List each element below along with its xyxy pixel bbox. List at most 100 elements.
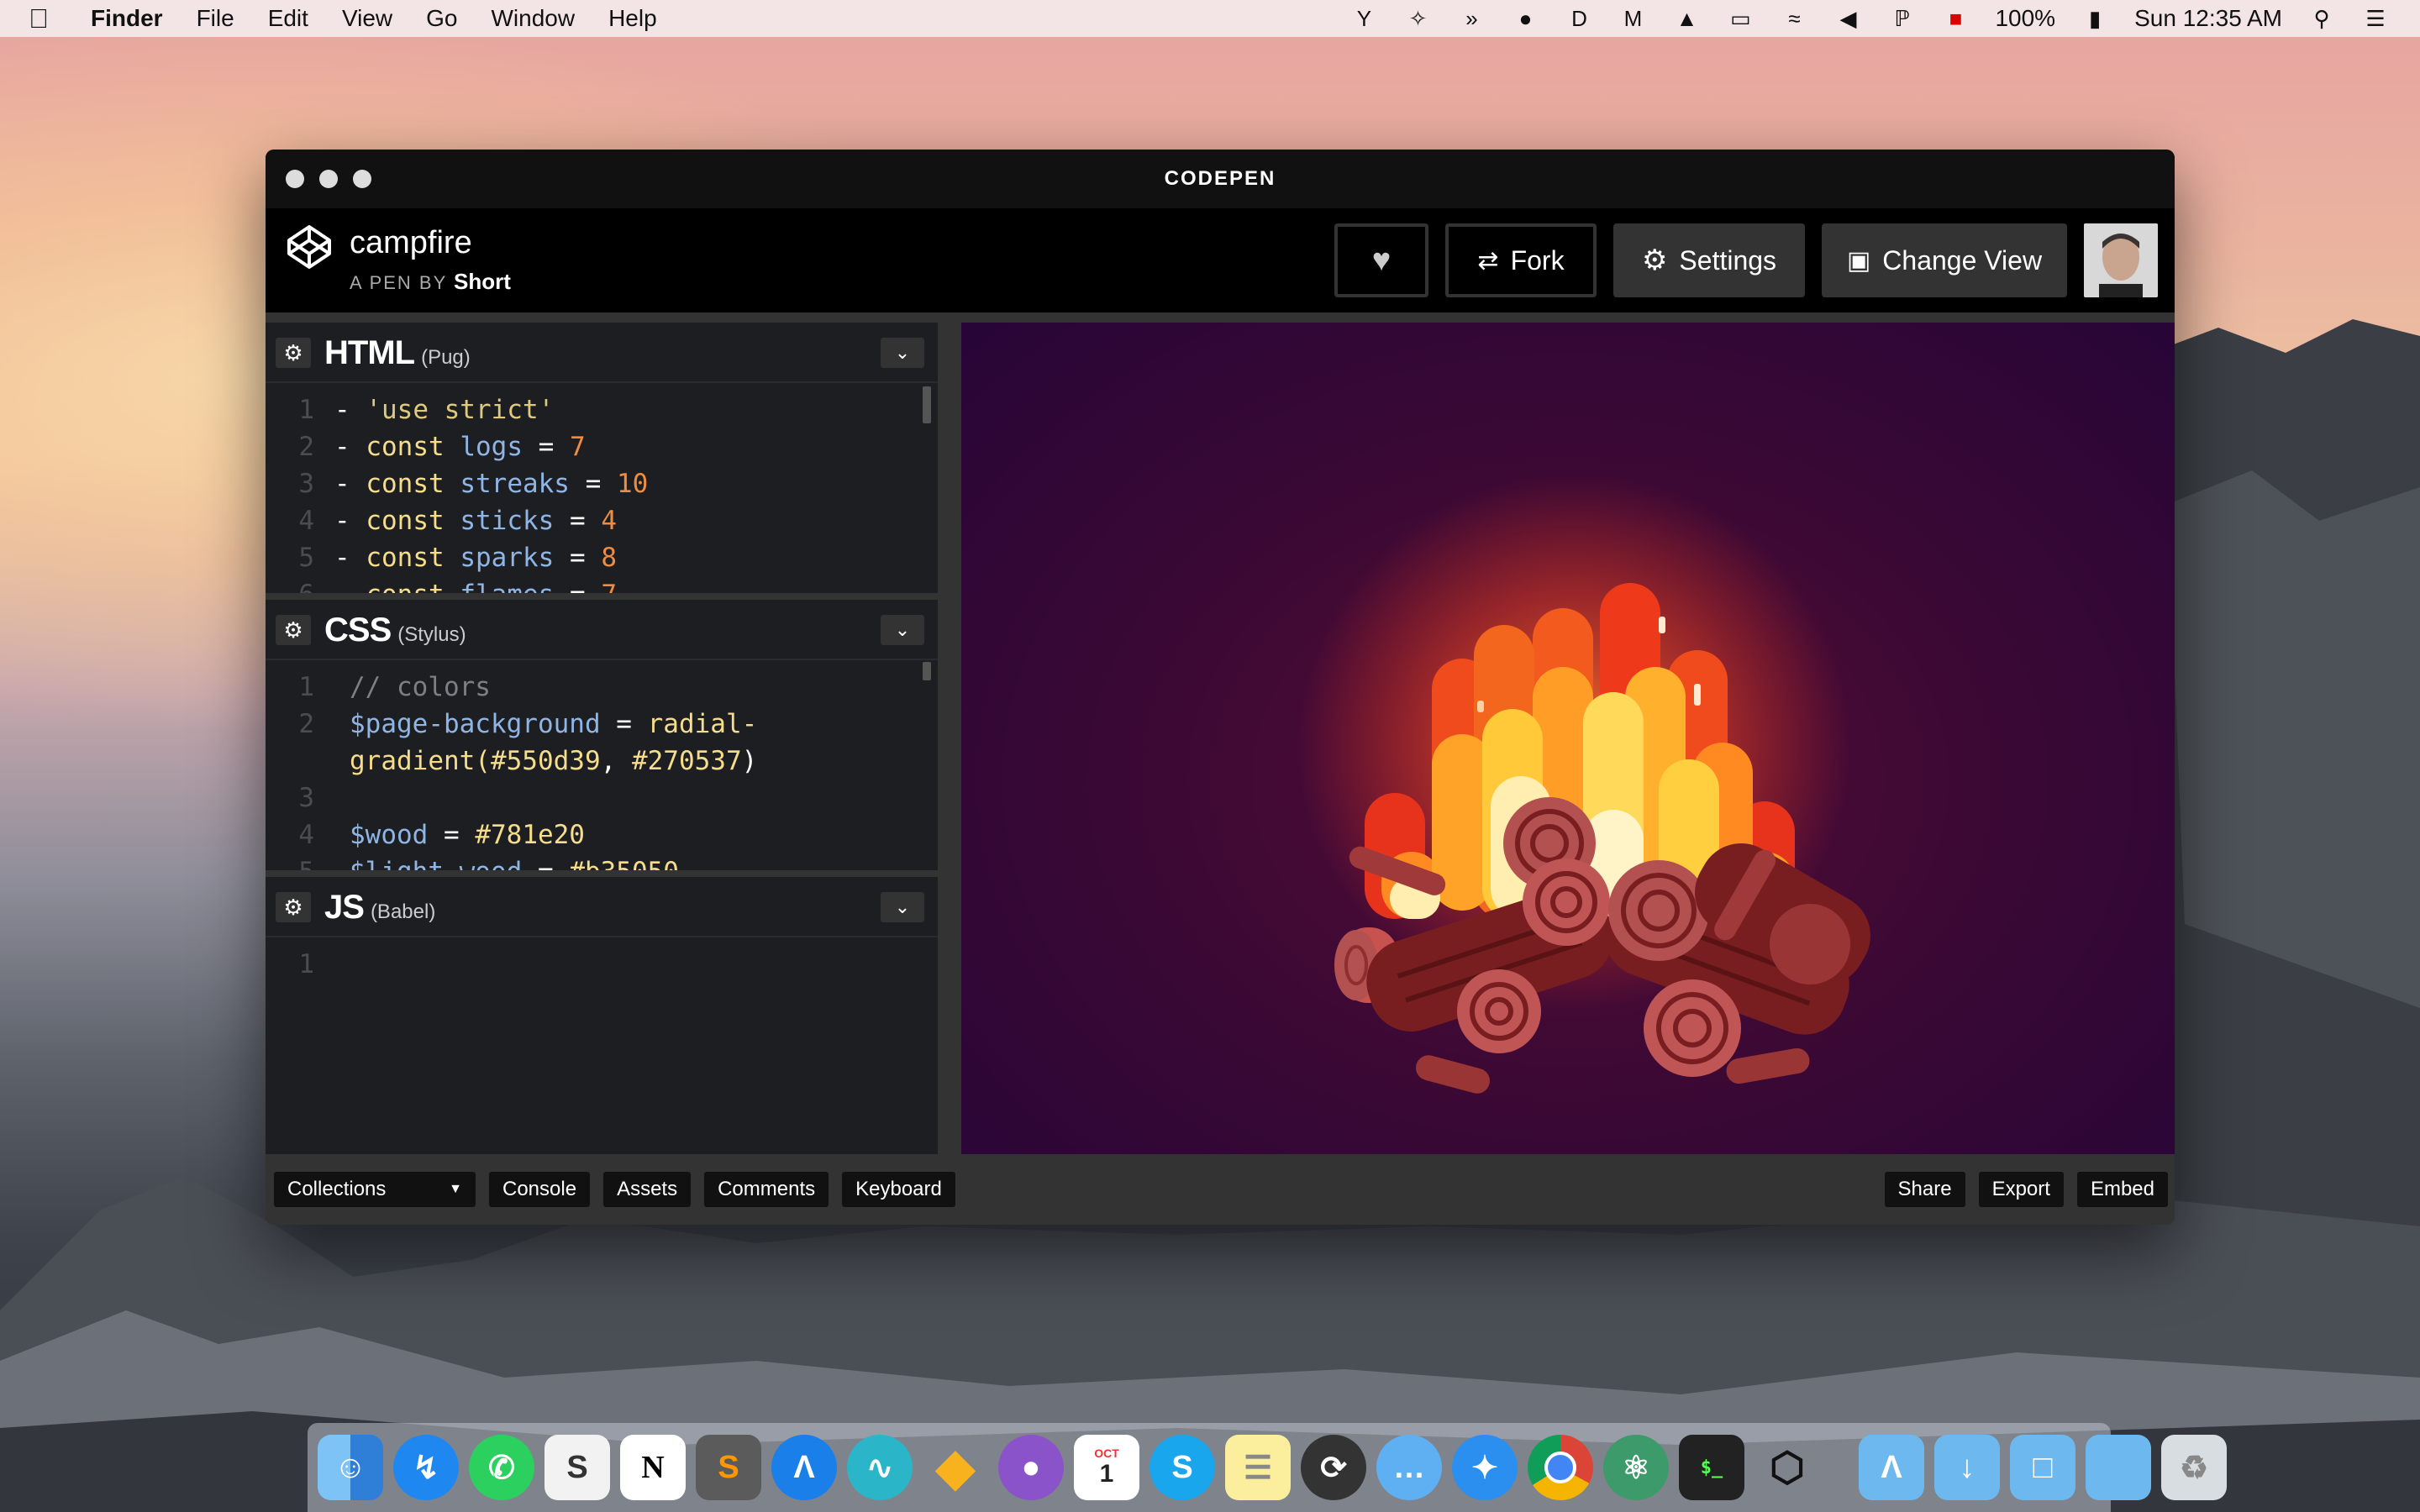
pen-header: campfire A PEN BY Short ♥ ⇄ Fork ⚙ Setti…: [266, 208, 2175, 312]
html-settings-button[interactable]: ⚙: [276, 338, 311, 368]
notion-icon[interactable]: N: [620, 1435, 686, 1500]
folder-icon[interactable]: [2086, 1435, 2151, 1500]
line-number: 3: [298, 469, 314, 499]
satellite-icon[interactable]: ✧: [1403, 6, 1432, 31]
battery-icon[interactable]: ▮: [2081, 6, 2109, 31]
dock: ☺ ↯ ✆ S N S Λ ∿ ◆ ● OCT 1 S ☰ ⟳ … ✦ ⚛ $_…: [308, 1423, 2227, 1512]
line-number: 4: [298, 506, 314, 536]
pen-by-label: A PEN BY: [350, 272, 447, 293]
artstudio-icon[interactable]: Λ: [771, 1435, 837, 1500]
bowler-hat-icon[interactable]: ●: [1511, 6, 1539, 31]
pane-resize-handle[interactable]: [266, 870, 938, 877]
menu-help[interactable]: Help: [608, 5, 657, 32]
skype-icon[interactable]: S: [1150, 1435, 1215, 1500]
codepen-logo-icon[interactable]: [286, 223, 333, 270]
code-line: - 'use strict': [334, 395, 555, 425]
notes-icon[interactable]: ☰: [1225, 1435, 1291, 1500]
trash-icon[interactable]: ♻: [2161, 1435, 2227, 1500]
canada-flag-icon[interactable]: ■: [1941, 6, 1970, 31]
finder-icon[interactable]: ☺: [318, 1435, 383, 1500]
js-code-editor[interactable]: 1: [266, 937, 938, 979]
menu-go[interactable]: Go: [426, 5, 457, 32]
pane-resize-handle[interactable]: [266, 593, 938, 600]
applications-folder-icon[interactable]: Λ: [1859, 1435, 1924, 1500]
zoom-window-button[interactable]: [353, 170, 371, 188]
volume-icon[interactable]: ◀: [1833, 6, 1862, 31]
whatsapp-icon[interactable]: ✆: [469, 1435, 534, 1500]
documents-folder-icon[interactable]: □: [2010, 1435, 2075, 1500]
export-button[interactable]: Export: [1978, 1172, 2064, 1207]
sublime-text-icon[interactable]: S: [696, 1435, 761, 1500]
change-view-button[interactable]: ▣ Change View: [1822, 223, 2067, 297]
menu-file[interactable]: File: [197, 5, 234, 32]
css-code-editor[interactable]: 1 2 3 4 5 // colors $page-background = r…: [266, 660, 938, 870]
user-avatar[interactable]: [2084, 223, 2158, 297]
js-pane-title: JS (Babel): [324, 889, 435, 927]
codepen-app-icon[interactable]: ⬡: [1754, 1435, 1820, 1500]
messenger-icon[interactable]: ↯: [393, 1435, 459, 1500]
downloads-folder-icon[interactable]: ↓: [1934, 1435, 2000, 1500]
spotlight-search-icon[interactable]: ⚲: [2307, 6, 2336, 31]
slack-icon[interactable]: S: [544, 1435, 610, 1500]
settings-button[interactable]: ⚙ Settings: [1613, 223, 1805, 297]
html-preprocessor-label: (Pug): [421, 346, 471, 369]
close-window-button[interactable]: [286, 170, 304, 188]
safari-icon[interactable]: ✦: [1452, 1435, 1518, 1500]
line-number: 5: [298, 543, 314, 573]
atom-icon[interactable]: ⚛: [1603, 1435, 1669, 1500]
html-scrollbar[interactable]: [923, 386, 931, 423]
window-titlebar: CODEPEN: [266, 150, 2175, 208]
notification-center-icon[interactable]: ☰: [2361, 6, 2390, 31]
menu-view[interactable]: View: [342, 5, 392, 32]
gmail-icon[interactable]: M: [1618, 6, 1647, 31]
keyboard-button[interactable]: Keyboard: [842, 1172, 955, 1207]
wifi-icon[interactable]: ≈: [1780, 6, 1808, 31]
pen-author-link[interactable]: Short: [454, 269, 511, 294]
console-button[interactable]: Console: [489, 1172, 591, 1207]
embed-button[interactable]: Embed: [2076, 1172, 2168, 1207]
menu-window[interactable]: Window: [491, 5, 575, 32]
html-code-editor[interactable]: 1 2 3 4 5 6 - 'use strict' - const logs …: [266, 383, 938, 593]
code-line: $wood = #781e20: [350, 820, 585, 850]
messages-icon[interactable]: …: [1376, 1435, 1442, 1500]
drive-icon[interactable]: ▲: [1672, 6, 1701, 31]
collections-dropdown[interactable]: Collections ▼: [274, 1172, 476, 1207]
code-line: - const streaks = 10: [334, 469, 649, 499]
html-collapse-button[interactable]: ⌄: [881, 338, 924, 368]
d-icon[interactable]: D: [1565, 6, 1593, 31]
status-y-icon[interactable]: Y: [1349, 6, 1378, 31]
calendar-icon[interactable]: OCT 1: [1074, 1435, 1139, 1500]
terminal-icon[interactable]: $_: [1679, 1435, 1744, 1500]
rocket-typist-icon[interactable]: ⟳: [1301, 1435, 1366, 1500]
caret-down-icon: ▼: [449, 1182, 462, 1196]
github-desktop-icon[interactable]: ●: [998, 1435, 1064, 1500]
editor-footer: Collections ▼ Console Assets Comments Ke…: [266, 1154, 2175, 1225]
css-scrollbar[interactable]: [923, 662, 931, 680]
assets-button[interactable]: Assets: [603, 1172, 692, 1207]
menubar-clock[interactable]: Sun 12:35 AM: [2134, 5, 2282, 32]
soundwave-icon[interactable]: ∿: [847, 1435, 913, 1500]
preview-pane[interactable]: [961, 323, 2175, 1154]
fork-button[interactable]: ⇄ Fork: [1445, 223, 1597, 297]
editor-preview-resizer[interactable]: [938, 323, 961, 1154]
menu-app-name[interactable]: Finder: [91, 5, 163, 32]
spark: [1694, 684, 1701, 706]
sketch-icon[interactable]: ◆: [923, 1435, 988, 1500]
pen-title[interactable]: campfire: [350, 225, 472, 261]
js-collapse-button[interactable]: ⌄: [881, 892, 924, 922]
line-number: 1: [298, 395, 314, 425]
chrome-icon[interactable]: [1528, 1435, 1593, 1500]
minimize-window-button[interactable]: [319, 170, 338, 188]
js-settings-button[interactable]: ⚙: [276, 892, 311, 922]
heart-button[interactable]: ♥: [1334, 223, 1428, 297]
css-settings-button[interactable]: ⚙: [276, 615, 311, 645]
chevron-down-icon: ⌄: [894, 896, 911, 917]
share-button[interactable]: Share: [1884, 1172, 1965, 1207]
fast-forward-icon[interactable]: »: [1457, 6, 1486, 31]
airplay-icon[interactable]: ▭: [1726, 6, 1754, 31]
comments-button[interactable]: Comments: [704, 1172, 829, 1207]
css-collapse-button[interactable]: ⌄: [881, 615, 924, 645]
menu-edit[interactable]: Edit: [268, 5, 308, 32]
bluetooth-icon[interactable]: ℙ: [1887, 6, 1916, 31]
apple-icon[interactable]: : [29, 3, 66, 34]
